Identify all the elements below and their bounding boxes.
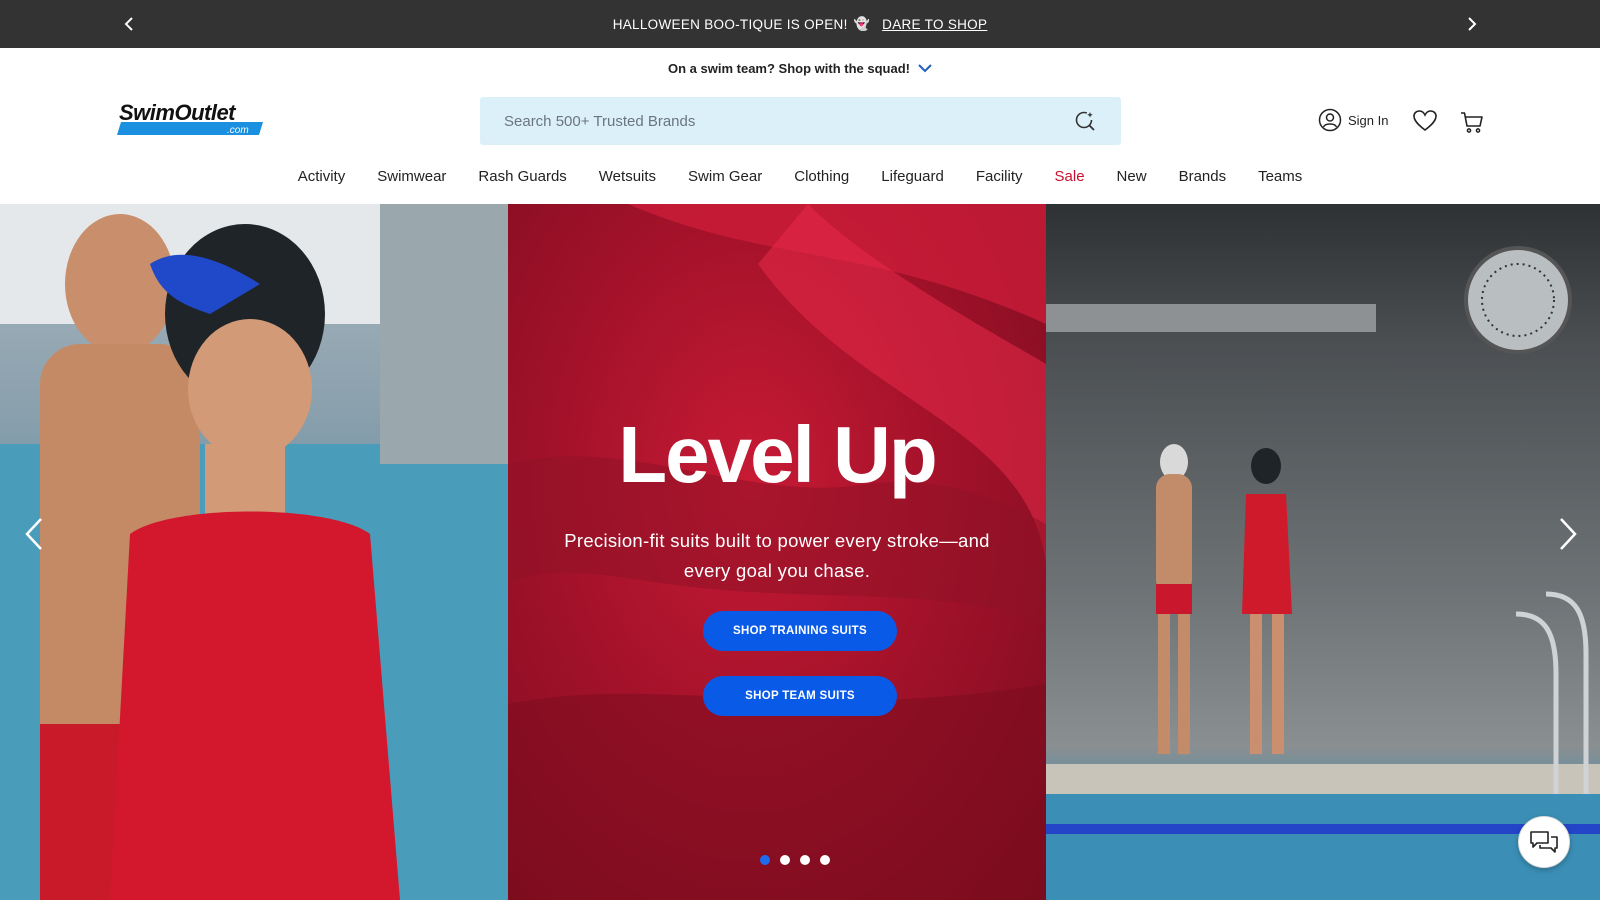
cart-icon[interactable] [1460,110,1484,134]
ghost-icon: 👻 [853,16,871,31]
main-nav: Activity Swimwear Rash Guards Wetsuits S… [0,164,1600,190]
nav-swimwear[interactable]: Swimwear [361,164,462,190]
hero-photo-left [0,204,508,900]
promo-message: HALLOWEEN BOO-TIQUE IS OPEN! 👻 DARE TO S… [613,16,988,32]
promo-text: HALLOWEEN BOO-TIQUE IS OPEN! [612,16,848,32]
shop-training-suits-button[interactable]: SHOP TRAINING SUITS [703,611,897,651]
hero-carousel: Level Up Precision-fit suits built to po… [0,204,1600,900]
chevron-down-icon [918,64,932,73]
carousel-dot-3[interactable] [800,855,810,865]
nav-facility[interactable]: Facility [960,164,1039,190]
shop-team-suits-button[interactable]: SHOP TEAM SUITS [703,676,897,716]
carousel-dot-2[interactable] [780,855,790,865]
nav-sale[interactable]: Sale [1039,164,1101,190]
nav-teams[interactable]: Teams [1242,164,1318,190]
nav-rash-guards[interactable]: Rash Guards [462,164,582,190]
carousel-next-arrow-icon[interactable] [1548,514,1588,554]
user-icon [1318,108,1342,132]
logo-text: SwimOutlet [119,100,237,125]
carousel-prev-arrow-icon[interactable] [14,514,54,554]
carousel-dots [760,855,830,865]
nav-lifeguard[interactable]: Lifeguard [865,164,960,190]
nav-new[interactable]: New [1101,164,1163,190]
chat-icon[interactable] [1518,816,1570,868]
search-bar [480,97,1121,145]
carousel-dot-4[interactable] [820,855,830,865]
promo-bar: HALLOWEEN BOO-TIQUE IS OPEN! 👻 DARE TO S… [0,0,1600,48]
hero-title: Level Up [618,410,937,499]
heart-icon[interactable] [1412,108,1438,134]
nav-wetsuits[interactable]: Wetsuits [583,164,672,190]
swim-team-toggle[interactable]: On a swim team? Shop with the squad! [0,56,1600,80]
promo-cta-link[interactable]: DARE TO SHOP [882,17,987,32]
search-input[interactable] [504,112,1073,130]
swimoutlet-logo[interactable]: SwimOutlet .com [115,100,265,140]
hero-content: Level Up Precision-fit suits built to po… [508,204,1046,900]
sign-in-link[interactable]: Sign In [1318,108,1388,132]
hero-subtitle: Precision-fit suits built to power every… [564,530,990,581]
nav-brands[interactable]: Brands [1163,164,1243,190]
swim-team-text: On a swim team? Shop with the squad! [668,60,910,76]
nav-swim-gear[interactable]: Swim Gear [672,164,778,190]
search-icon[interactable] [1073,109,1097,133]
promo-prev-arrow-icon[interactable] [117,12,141,36]
sign-in-label: Sign In [1348,112,1389,128]
nav-clothing[interactable]: Clothing [778,164,865,190]
logo-sub-text: .com [227,125,249,136]
nav-activity[interactable]: Activity [282,164,362,190]
hero-photo-right [1046,204,1600,900]
carousel-dot-1[interactable] [760,855,770,865]
promo-next-arrow-icon[interactable] [1460,12,1484,36]
